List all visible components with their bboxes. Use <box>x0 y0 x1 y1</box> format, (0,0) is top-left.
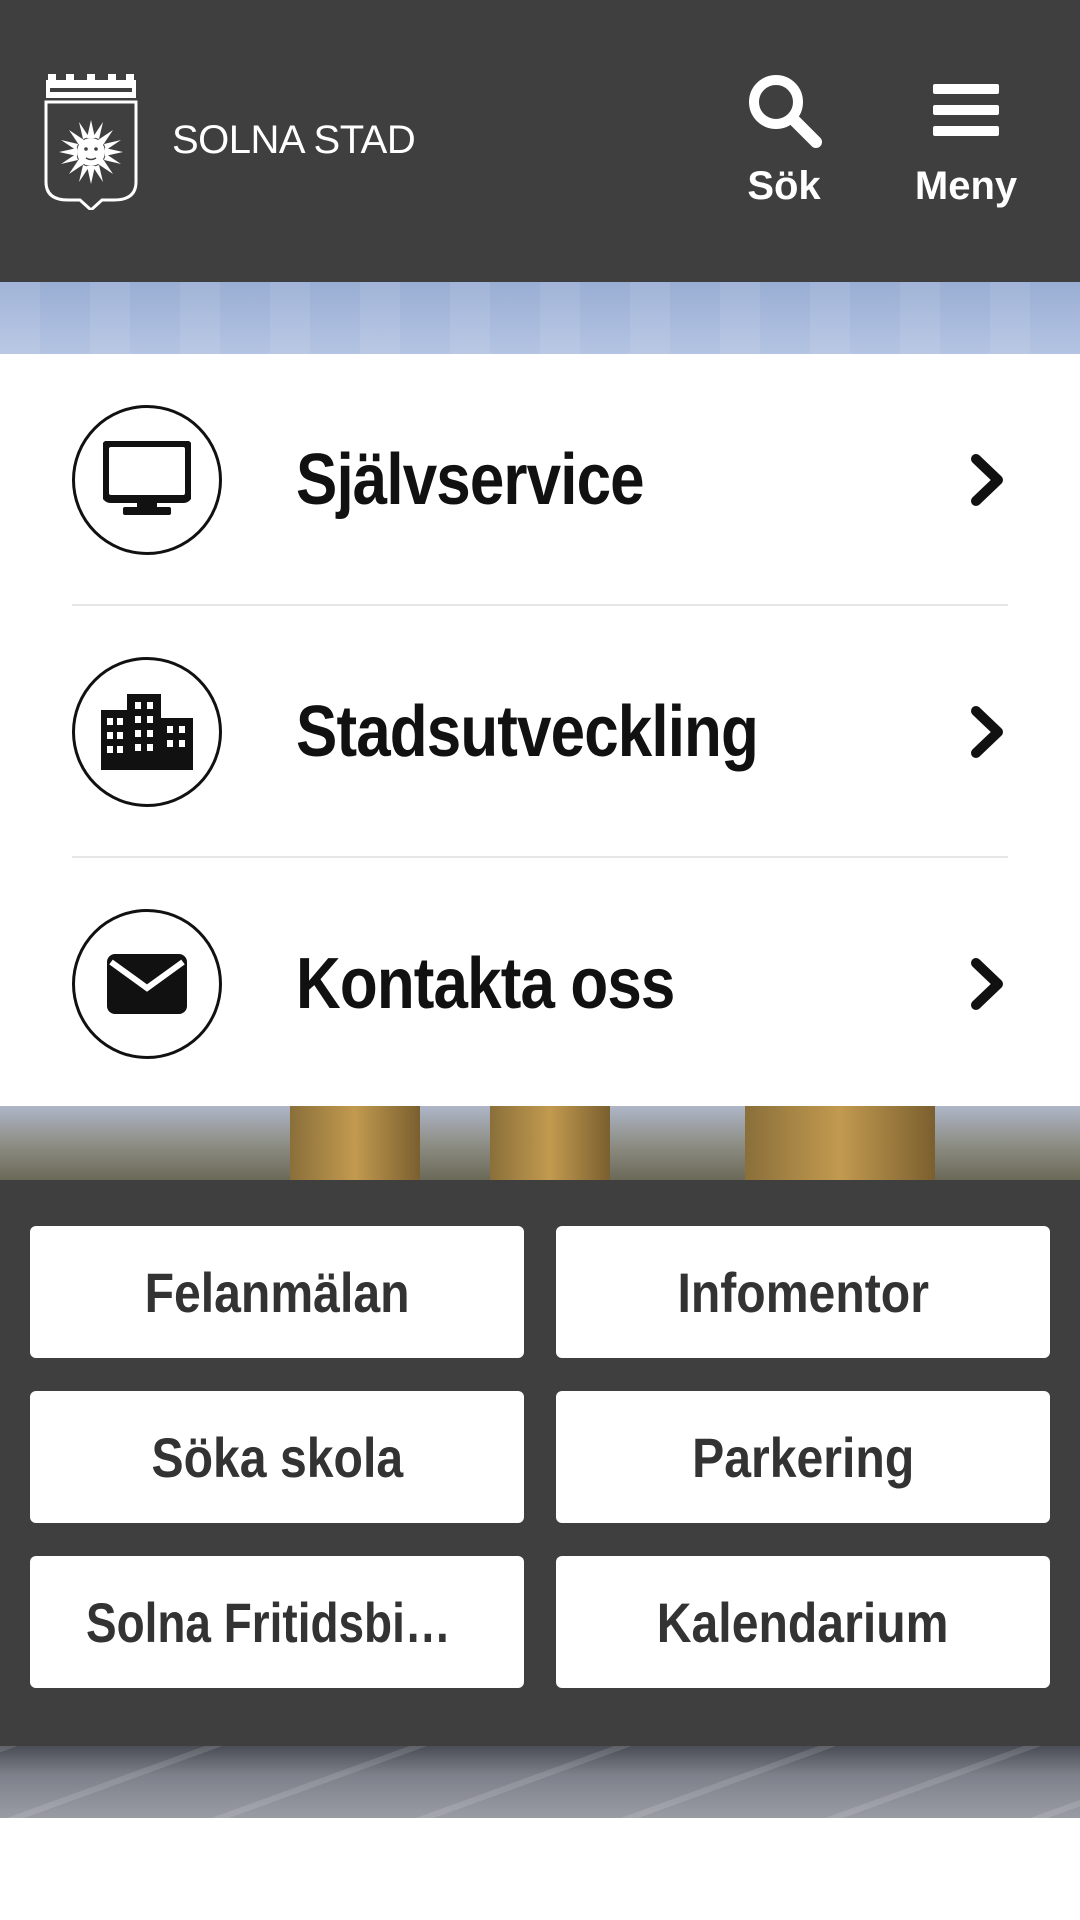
quicklink-label: Självservice <box>296 440 645 520</box>
search-button-label: Sök <box>747 164 821 208</box>
chevron-right-icon <box>968 702 1008 762</box>
service-button-soka-skola[interactable]: Söka skola <box>30 1391 524 1523</box>
hero-image-pillar <box>290 1106 420 1180</box>
hero-image-sky <box>0 282 1080 354</box>
service-button-parkering[interactable]: Parkering <box>556 1391 1050 1523</box>
service-button-label: Infomentor <box>677 1260 929 1324</box>
quicklinks-card: Självservice Stadsutveckling Kontakta os… <box>0 354 1080 1106</box>
quicklink-kontakta-oss[interactable]: Kontakta oss <box>72 858 1008 1110</box>
search-icon <box>744 70 824 150</box>
search-button[interactable]: Sök <box>714 70 854 220</box>
service-button-label: Felanmälan <box>144 1260 410 1324</box>
service-button-felanmalan[interactable]: Felanmälan <box>30 1226 524 1358</box>
service-button-label: Kalendarium <box>657 1590 949 1654</box>
hero-image-pillar <box>745 1106 935 1180</box>
quicklink-sjalvservice[interactable]: Självservice <box>72 354 1008 606</box>
quicklink-label: Stadsutveckling <box>296 692 759 772</box>
service-button-infomentor[interactable]: Infomentor <box>556 1226 1050 1358</box>
service-button-fritidsbibliotek[interactable]: Solna Fritidsbibliotek <box>30 1556 524 1688</box>
hamburger-menu-icon <box>926 70 1006 150</box>
site-brand-name[interactable]: SOLNA STAD <box>172 118 416 163</box>
solna-coat-of-arms-logo[interactable] <box>44 74 138 210</box>
quicklink-stadsutveckling[interactable]: Stadsutveckling <box>72 606 1008 858</box>
buildings-icon <box>72 657 222 807</box>
service-button-label: Söka skola <box>151 1425 403 1489</box>
service-button-label: Parkering <box>691 1425 915 1489</box>
chevron-right-icon <box>968 954 1008 1014</box>
envelope-icon <box>72 909 222 1059</box>
site-header: SOLNA STAD Sök Meny <box>0 0 1080 282</box>
chevron-right-icon <box>968 450 1008 510</box>
hero-image-ground <box>0 1746 1080 1818</box>
menu-button-label: Meny <box>914 164 1018 208</box>
menu-button[interactable]: Meny <box>896 70 1036 220</box>
hero-image-landscape <box>0 1106 1080 1180</box>
hero-image-pillar <box>490 1106 610 1180</box>
quicklink-label: Kontakta oss <box>296 944 675 1024</box>
service-button-label: Solna Fritidsbibliotek <box>85 1590 468 1654</box>
service-button-kalendarium[interactable]: Kalendarium <box>556 1556 1050 1688</box>
monitor-icon <box>72 405 222 555</box>
service-links-area: Felanmälan Infomentor Söka skola Parkeri… <box>0 1180 1080 1746</box>
